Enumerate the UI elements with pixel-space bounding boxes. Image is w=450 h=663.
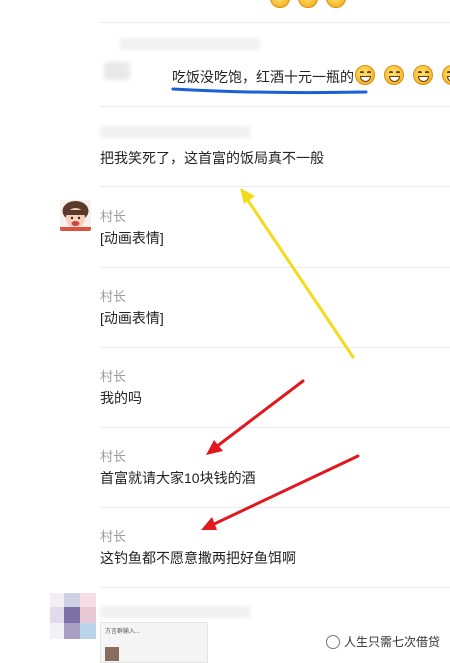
separator [100, 267, 450, 268]
separator [100, 427, 450, 428]
child-avatar-image [60, 200, 91, 231]
message-text-1: 吃饭没吃饱，红酒十元一瓶的 [172, 69, 354, 85]
separator [100, 587, 450, 588]
sender-name: 村长 [100, 289, 127, 304]
separator [100, 507, 450, 508]
grin-emoji-1 [355, 65, 375, 85]
separator [100, 186, 450, 187]
blurred-name [100, 126, 250, 138]
sender-name: 村长 [100, 449, 127, 464]
wechat-logo-icon [325, 634, 340, 649]
separator [100, 347, 450, 348]
blurred-name [120, 38, 260, 50]
image-thumbnail[interactable]: 方言群输入... [100, 622, 208, 663]
avatar[interactable] [60, 200, 91, 231]
sender-name: 村长 [100, 529, 127, 544]
message-text-7: 这钓鱼都不愿意撒两把好鱼饵啊 [100, 550, 296, 566]
message-text-4: [动画表情] [100, 310, 164, 326]
grin-emoji-top-2 [298, 0, 318, 8]
red-arrow-1 [206, 379, 305, 455]
grin-emoji-4 [442, 65, 450, 85]
yellow-arrow [240, 188, 355, 359]
message-text-2: 把我笑死了，这首富的饭局真不一般 [100, 150, 324, 166]
watermark-text: 人生只需七次借贷 [343, 635, 440, 649]
separator [100, 106, 450, 107]
blurred-name [100, 606, 250, 618]
grin-emoji-2 [384, 65, 404, 85]
thumbnail-image-avatar [105, 647, 119, 661]
message-text-6: 首富就请大家10块钱的酒 [100, 470, 256, 486]
blurred-avatar [104, 62, 130, 80]
blue-underline [171, 87, 368, 95]
sender-name: 村长 [100, 369, 127, 384]
watermark: 人生只需七次借贷 [325, 633, 440, 650]
separator [100, 22, 450, 23]
grin-emoji-3 [413, 65, 433, 85]
grin-emoji-top-3 [326, 0, 346, 8]
sender-name: 村长 [100, 209, 127, 224]
message-text-5: 我的吗 [100, 390, 142, 406]
mosaic-avatar [50, 593, 96, 639]
thumbnail-header: 方言群输入... [105, 629, 141, 635]
message-text-3: [动画表情] [100, 230, 164, 246]
grin-emoji-top-1 [270, 0, 290, 8]
